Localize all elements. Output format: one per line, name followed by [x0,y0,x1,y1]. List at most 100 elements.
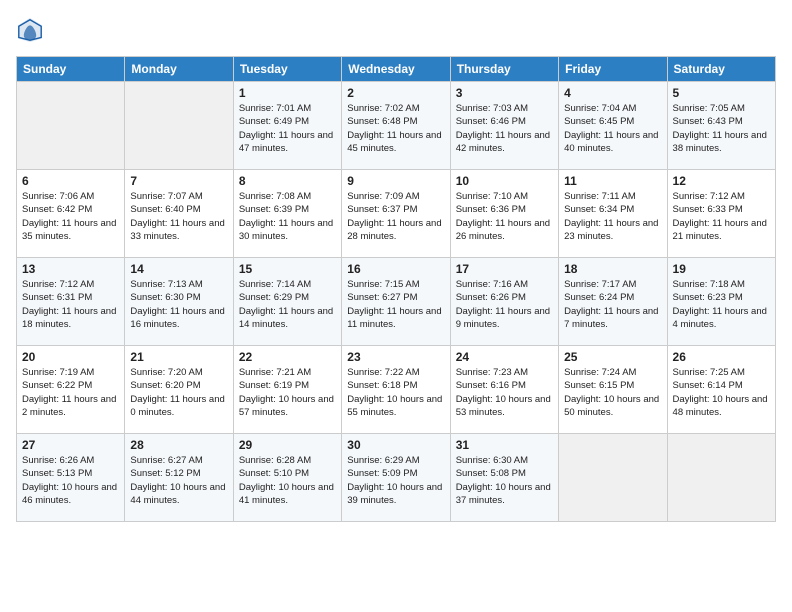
day-number: 10 [456,174,553,188]
day-number: 24 [456,350,553,364]
day-content: Sunrise: 7:06 AM Sunset: 6:42 PM Dayligh… [22,190,119,243]
day-number: 17 [456,262,553,276]
weekday-header: Sunday [17,57,125,82]
calendar-cell: 25 Sunrise: 7:24 AM Sunset: 6:15 PM Dayli… [559,346,667,434]
day-number: 30 [347,438,444,452]
calendar-cell: 19 Sunrise: 7:18 AM Sunset: 6:23 PM Dayli… [667,258,775,346]
day-content: Sunrise: 7:10 AM Sunset: 6:36 PM Dayligh… [456,190,553,243]
day-number: 19 [673,262,770,276]
day-content: Sunrise: 7:11 AM Sunset: 6:34 PM Dayligh… [564,190,661,243]
calendar-cell: 8 Sunrise: 7:08 AM Sunset: 6:39 PM Daylig… [233,170,341,258]
calendar-week-row: 6 Sunrise: 7:06 AM Sunset: 6:42 PM Daylig… [17,170,776,258]
calendar-cell: 15Sunrise: 7:14 AM Sunset: 6:29 PM Dayli… [233,258,341,346]
day-number: 8 [239,174,336,188]
calendar-cell [559,434,667,522]
weekday-header: Monday [125,57,233,82]
day-number: 9 [347,174,444,188]
calendar-cell: 26 Sunrise: 7:25 AM Sunset: 6:14 PM Dayli… [667,346,775,434]
day-content: Sunrise: 7:19 AM Sunset: 6:22 PM Dayligh… [22,366,119,419]
day-content: Sunrise: 6:26 AM Sunset: 5:13 PM Dayligh… [22,454,119,507]
calendar-cell: 20 Sunrise: 7:19 AM Sunset: 6:22 PM Dayli… [17,346,125,434]
day-content: Sunrise: 7:21 AM Sunset: 6:19 PM Dayligh… [239,366,336,419]
day-number: 29 [239,438,336,452]
calendar-cell: 31Sunrise: 6:30 AM Sunset: 5:08 PM Dayli… [450,434,558,522]
calendar-week-row: 20 Sunrise: 7:19 AM Sunset: 6:22 PM Dayli… [17,346,776,434]
day-content: Sunrise: 7:03 AM Sunset: 6:46 PM Dayligh… [456,102,553,155]
weekday-header: Friday [559,57,667,82]
calendar-table: SundayMondayTuesdayWednesdayThursdayFrid… [16,56,776,522]
day-number: 14 [130,262,227,276]
day-number: 15 [239,262,336,276]
calendar-cell: 12Sunrise: 7:12 AM Sunset: 6:33 PM Dayli… [667,170,775,258]
calendar-cell: 21 Sunrise: 7:20 AM Sunset: 6:20 PM Dayli… [125,346,233,434]
day-content: Sunrise: 7:20 AM Sunset: 6:20 PM Dayligh… [130,366,227,419]
day-number: 13 [22,262,119,276]
day-number: 5 [673,86,770,100]
day-content: Sunrise: 6:28 AM Sunset: 5:10 PM Dayligh… [239,454,336,507]
calendar-cell: 14 Sunrise: 7:13 AM Sunset: 6:30 PM Dayli… [125,258,233,346]
day-content: Sunrise: 6:27 AM Sunset: 5:12 PM Dayligh… [130,454,227,507]
weekday-header: Saturday [667,57,775,82]
day-content: Sunrise: 7:08 AM Sunset: 6:39 PM Dayligh… [239,190,336,243]
day-content: Sunrise: 7:22 AM Sunset: 6:18 PM Dayligh… [347,366,444,419]
day-content: Sunrise: 6:30 AM Sunset: 5:08 PM Dayligh… [456,454,553,507]
calendar-cell: 6 Sunrise: 7:06 AM Sunset: 6:42 PM Daylig… [17,170,125,258]
page-header [16,16,776,44]
day-number: 1 [239,86,336,100]
calendar-cell: 7 Sunrise: 7:07 AM Sunset: 6:40 PM Daylig… [125,170,233,258]
logo-icon [16,16,44,44]
weekday-header: Thursday [450,57,558,82]
calendar-cell: 13Sunrise: 7:12 AM Sunset: 6:31 PM Dayli… [17,258,125,346]
day-content: Sunrise: 7:24 AM Sunset: 6:15 PM Dayligh… [564,366,661,419]
calendar-week-row: 13Sunrise: 7:12 AM Sunset: 6:31 PM Dayli… [17,258,776,346]
calendar-cell: 18Sunrise: 7:17 AM Sunset: 6:24 PM Dayli… [559,258,667,346]
day-number: 27 [22,438,119,452]
day-content: Sunrise: 7:05 AM Sunset: 6:43 PM Dayligh… [673,102,770,155]
logo [16,16,48,44]
calendar-cell: 29 Sunrise: 6:28 AM Sunset: 5:10 PM Dayli… [233,434,341,522]
calendar-header-row: SundayMondayTuesdayWednesdayThursdayFrid… [17,57,776,82]
day-number: 18 [564,262,661,276]
day-number: 22 [239,350,336,364]
day-number: 4 [564,86,661,100]
calendar-cell: 5 Sunrise: 7:05 AM Sunset: 6:43 PM Daylig… [667,82,775,170]
day-content: Sunrise: 7:07 AM Sunset: 6:40 PM Dayligh… [130,190,227,243]
day-number: 28 [130,438,227,452]
day-number: 6 [22,174,119,188]
day-number: 26 [673,350,770,364]
calendar-cell: 23 Sunrise: 7:22 AM Sunset: 6:18 PM Dayli… [342,346,450,434]
day-content: Sunrise: 7:16 AM Sunset: 6:26 PM Dayligh… [456,278,553,331]
day-number: 20 [22,350,119,364]
calendar-cell: 11 Sunrise: 7:11 AM Sunset: 6:34 PM Dayli… [559,170,667,258]
day-content: Sunrise: 7:18 AM Sunset: 6:23 PM Dayligh… [673,278,770,331]
calendar-cell: 3 Sunrise: 7:03 AM Sunset: 6:46 PM Daylig… [450,82,558,170]
calendar-week-row: 1 Sunrise: 7:01 AM Sunset: 6:49 PM Daylig… [17,82,776,170]
day-content: Sunrise: 7:13 AM Sunset: 6:30 PM Dayligh… [130,278,227,331]
day-number: 2 [347,86,444,100]
calendar-cell: 1 Sunrise: 7:01 AM Sunset: 6:49 PM Daylig… [233,82,341,170]
day-content: Sunrise: 7:04 AM Sunset: 6:45 PM Dayligh… [564,102,661,155]
calendar-cell: 28 Sunrise: 6:27 AM Sunset: 5:12 PM Dayli… [125,434,233,522]
day-number: 11 [564,174,661,188]
calendar-cell: 9 Sunrise: 7:09 AM Sunset: 6:37 PM Daylig… [342,170,450,258]
day-content: Sunrise: 7:15 AM Sunset: 6:27 PM Dayligh… [347,278,444,331]
day-content: Sunrise: 7:09 AM Sunset: 6:37 PM Dayligh… [347,190,444,243]
day-number: 23 [347,350,444,364]
weekday-header: Wednesday [342,57,450,82]
weekday-header: Tuesday [233,57,341,82]
calendar-week-row: 27 Sunrise: 6:26 AM Sunset: 5:13 PM Dayli… [17,434,776,522]
calendar-cell: 27 Sunrise: 6:26 AM Sunset: 5:13 PM Dayli… [17,434,125,522]
calendar-cell: 22 Sunrise: 7:21 AM Sunset: 6:19 PM Dayli… [233,346,341,434]
day-content: Sunrise: 7:02 AM Sunset: 6:48 PM Dayligh… [347,102,444,155]
day-number: 16 [347,262,444,276]
calendar-cell: 4 Sunrise: 7:04 AM Sunset: 6:45 PM Daylig… [559,82,667,170]
day-content: Sunrise: 7:25 AM Sunset: 6:14 PM Dayligh… [673,366,770,419]
day-number: 21 [130,350,227,364]
day-number: 25 [564,350,661,364]
calendar-cell [17,82,125,170]
day-content: Sunrise: 7:01 AM Sunset: 6:49 PM Dayligh… [239,102,336,155]
day-number: 7 [130,174,227,188]
day-number: 3 [456,86,553,100]
day-content: Sunrise: 7:23 AM Sunset: 6:16 PM Dayligh… [456,366,553,419]
calendar-cell: 16 Sunrise: 7:15 AM Sunset: 6:27 PM Dayli… [342,258,450,346]
